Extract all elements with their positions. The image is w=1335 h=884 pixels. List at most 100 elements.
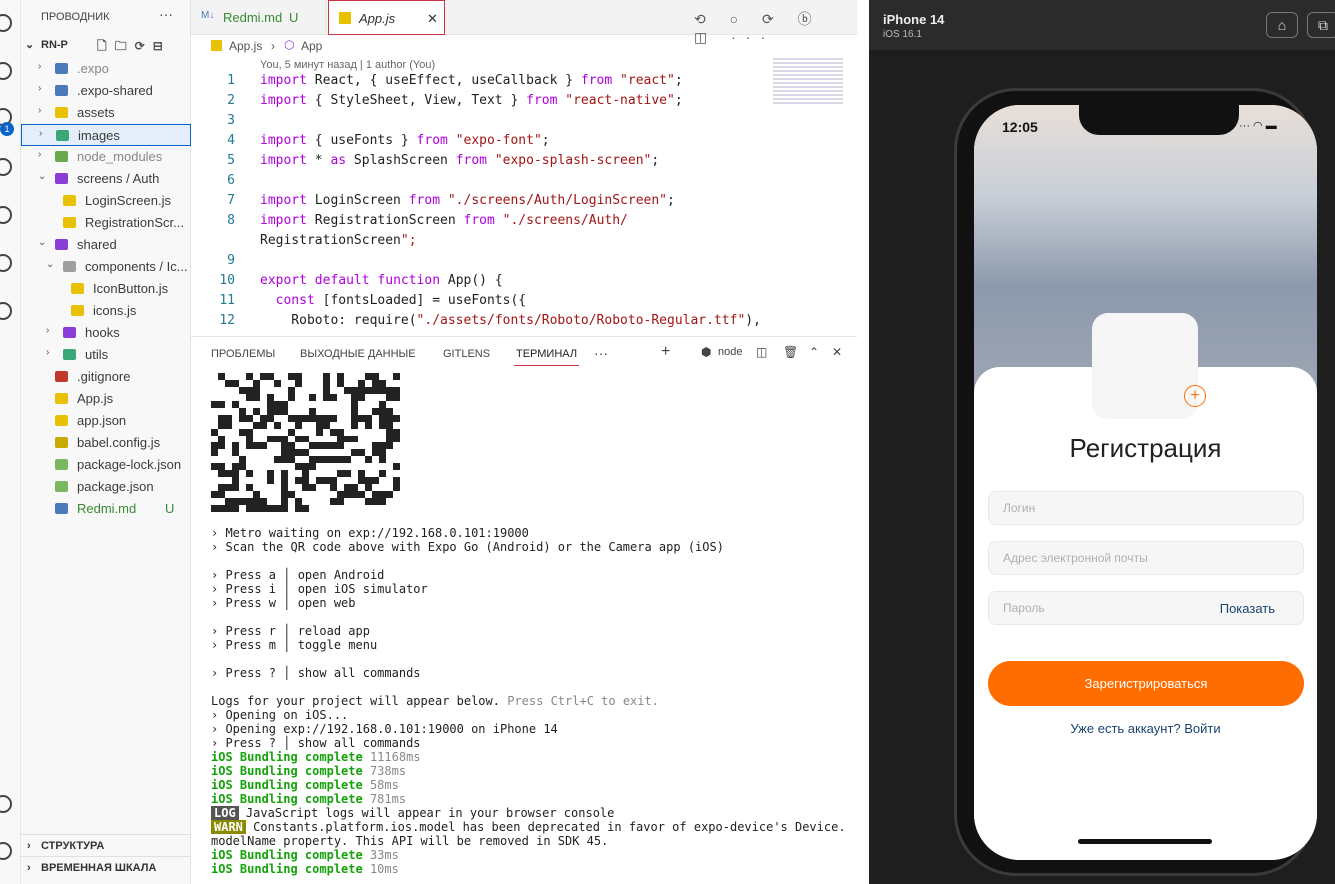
tab-output[interactable]: ВЫХОДНЫЕ ДАННЫЕ [300, 348, 416, 360]
home-button-icon[interactable]: ⌂ [1266, 12, 1298, 38]
timeline-section[interactable]: › ВРЕМЕННАЯ ШКАЛА [21, 856, 191, 878]
chevron-right-icon: › [38, 83, 42, 94]
tree-item[interactable]: IconButton.js [21, 278, 191, 300]
explorer-more-button[interactable]: ··· [159, 6, 173, 22]
code-line[interactable]: 8 import RegistrationScreen from "./scree… [191, 213, 841, 233]
file-icon [55, 415, 68, 426]
workspace-root[interactable]: ⌄ RN-P 🗋🗀⟳⊟ [21, 37, 191, 55]
code-text: Roboto: require("./assets/fonts/Roboto/R… [260, 313, 761, 328]
maximize-panel-icon[interactable]: ⌃ [809, 345, 819, 359]
tree-item-label: LoginScreen.js [85, 193, 171, 208]
panel-more-button[interactable]: ··· [594, 345, 608, 361]
screenshot-button-icon[interactable]: ⧉ [1307, 12, 1335, 38]
code-line[interactable]: 5 import * as SplashScreen from "expo-spl… [191, 153, 841, 173]
code-line[interactable]: 11 const [fontsLoaded] = useFonts({ [191, 293, 841, 313]
extensions-icon[interactable] [0, 206, 12, 224]
tree-item[interactable]: Redmi.md U [21, 498, 191, 520]
code-line[interactable]: 4 import { useFonts } from "expo-font"; [191, 133, 841, 153]
line-number: 7 [227, 193, 235, 208]
tree-item[interactable]: ⌄ screens / Auth [21, 168, 191, 190]
tree-item[interactable]: › images [21, 124, 191, 146]
tree-item[interactable]: package.json [21, 476, 191, 498]
tree-item[interactable]: app.json [21, 410, 191, 432]
tree-item-label: icons.js [93, 303, 137, 318]
tree-item[interactable]: › node_modules [21, 146, 191, 168]
remote-explorer-icon[interactable] [0, 254, 12, 272]
tab-gitlens[interactable]: GITLENS [443, 348, 490, 360]
tab-problems[interactable]: ПРОБЛЕМЫ [211, 348, 275, 360]
tree-item[interactable]: LoginScreen.js [21, 190, 191, 212]
explorer-icon[interactable] [0, 14, 12, 32]
git-blame-annotation[interactable]: You, 5 минут назад | 1 author (You) [260, 59, 435, 71]
tree-item-label: hooks [85, 325, 120, 340]
login-field[interactable] [988, 491, 1304, 525]
add-terminal-icon[interactable]: + [661, 343, 670, 361]
code-line[interactable]: 2 import { StyleSheet, View, Text } from … [191, 93, 841, 113]
close-icon[interactable]: ✕ [427, 11, 438, 27]
chevron-right-icon: › [39, 128, 43, 139]
split-terminal-icon[interactable]: ◫ [756, 345, 767, 359]
login-link[interactable]: Уже есть аккаунт? Войти [974, 721, 1317, 736]
tree-item[interactable]: ⌄ shared [21, 234, 191, 256]
code-line[interactable]: 7 import LoginScreen from "./screens/Auth… [191, 193, 841, 213]
tab-app-js[interactable]: App.js ✕ [328, 0, 445, 35]
email-input[interactable] [989, 542, 1303, 574]
password-field[interactable]: Показать [988, 591, 1304, 625]
settings-gear-icon[interactable] [0, 842, 12, 860]
tree-item[interactable]: › .expo [21, 58, 191, 80]
show-password-button[interactable]: Показать [1220, 601, 1275, 616]
tree-item[interactable]: › assets [21, 102, 191, 124]
login-input[interactable] [989, 492, 1303, 524]
line-number: 1 [227, 73, 235, 88]
chevron-down-icon: ⌄ [46, 259, 55, 270]
email-field[interactable] [988, 541, 1304, 575]
code-line[interactable]: 1 import React, { useEffect, useCallback … [191, 73, 841, 93]
breadcrumb-file[interactable]: App.js [229, 39, 262, 53]
line-number: 6 [227, 173, 235, 188]
code-line[interactable]: RegistrationScreen"; [191, 233, 841, 253]
explorer-actions[interactable]: 🗋🗀⟳⊟ [97, 37, 171, 58]
tree-item[interactable]: ⌄ components / Ic... [21, 256, 191, 278]
breadcrumb-symbol[interactable]: App [301, 39, 322, 53]
avatar-placeholder[interactable] [1092, 313, 1198, 419]
terminal-line: iOS Bundling complete 58ms [211, 778, 399, 792]
close-panel-icon[interactable]: ✕ [832, 345, 842, 359]
chevron-right-icon: › [38, 61, 42, 72]
add-avatar-icon[interactable]: + [1184, 385, 1206, 407]
code-line[interactable]: 10 export default function App() { [191, 273, 841, 293]
terminal-line: Logs for your project will appear below.… [211, 694, 659, 708]
tree-item[interactable]: App.js [21, 388, 191, 410]
tree-item[interactable]: .gitignore [21, 366, 191, 388]
tree-item[interactable]: icons.js [21, 300, 191, 322]
terminal-shell-label[interactable]: node [718, 346, 742, 358]
code-text: import * as SplashScreen from "expo-spla… [260, 153, 660, 168]
tree-item[interactable]: package-lock.json [21, 454, 191, 476]
markdown-icon: M↓ [201, 10, 215, 21]
tree-item[interactable]: RegistrationScr... [21, 212, 191, 234]
code-line[interactable]: 12 Roboto: require("./assets/fonts/Robot… [191, 313, 841, 333]
line-number: 3 [227, 113, 235, 128]
gitlens-icon[interactable] [0, 302, 12, 320]
minimap[interactable] [773, 58, 843, 138]
code-line[interactable]: 3 [191, 113, 841, 133]
code-line[interactable]: 9 [191, 253, 841, 273]
chevron-right-icon: › [38, 149, 42, 160]
debug-icon[interactable] [0, 158, 12, 176]
tree-item[interactable]: › utils [21, 344, 191, 366]
tree-item[interactable]: › hooks [21, 322, 191, 344]
tree-item-label: Redmi.md [77, 501, 137, 516]
activity-bar: 1 [0, 0, 21, 884]
outline-section[interactable]: › СТРУКТУРА [21, 834, 191, 856]
tab-redmi-md[interactable]: M↓ Redmi.md U [191, 0, 326, 35]
search-icon[interactable] [0, 62, 12, 80]
code-text: export default function App() { [260, 273, 503, 288]
code-line[interactable]: 6 [191, 173, 841, 193]
register-button[interactable]: Зарегистрироваться [988, 661, 1304, 706]
account-icon[interactable] [0, 795, 12, 813]
trash-icon[interactable]: 🗑 [783, 345, 798, 359]
tab-terminal[interactable]: ТЕРМИНАЛ [514, 348, 580, 366]
tree-item[interactable]: babel.config.js [21, 432, 191, 454]
tree-item[interactable]: › .expo-shared [21, 80, 191, 102]
symbol-icon: ⬡ [284, 38, 295, 52]
file-icon [63, 217, 76, 228]
